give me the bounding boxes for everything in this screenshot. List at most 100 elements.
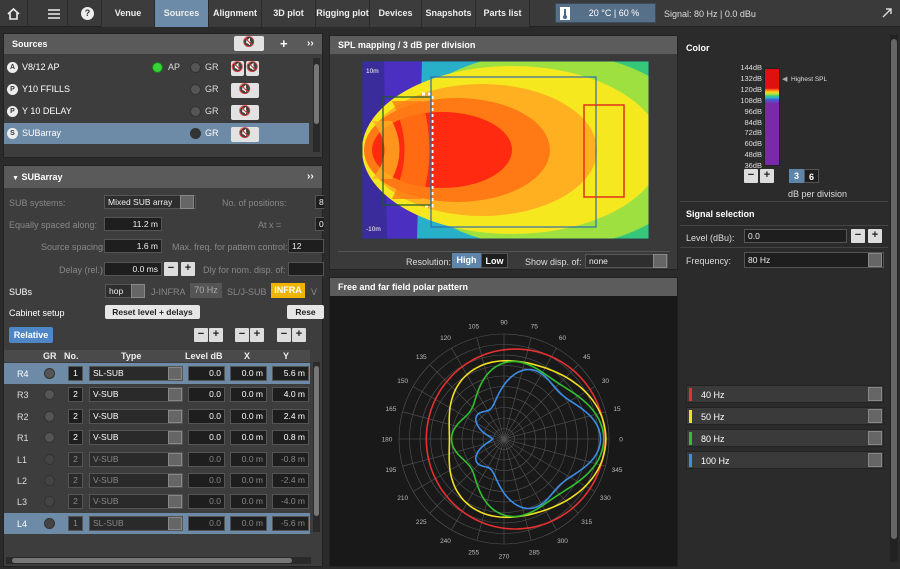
row-no[interactable]: 2 [68,473,83,488]
mute-icon[interactable]: 🔇 [231,83,259,98]
add-source-button[interactable]: + [280,34,288,54]
table-row[interactable]: R1 2 V-SUB 0.0 0.0 m 0.8 m [4,427,310,448]
legend-item[interactable]: 80 Hz [686,429,884,447]
gr-toggle[interactable] [44,453,55,465]
y-decrease-button[interactable]: − [277,328,291,342]
tab-3d-plot[interactable]: 3D plot [262,0,316,27]
gr-toggle[interactable] [190,84,201,95]
gr-toggle[interactable] [44,368,55,379]
legend-item[interactable]: 50 Hz [686,407,884,425]
gr-toggle[interactable] [44,475,55,486]
legend-item[interactable]: 40 Hz [686,385,884,403]
source-item-v8-12-ap[interactable]: A V8/12 AP AP GR 🔇 🔇 [4,57,309,78]
dly-nominal-input[interactable] [288,262,324,276]
signal-level-increase-button[interactable]: + [868,229,882,243]
tab-sources[interactable]: Sources [155,0,209,27]
source-item-y10-delay[interactable]: P Y 10 DELAY GR 🔇 [4,101,309,122]
relative-button[interactable]: Relative [9,327,53,343]
row-y[interactable]: -5.6 m [272,515,309,531]
expand-icon[interactable] [882,8,892,18]
color-increase-button[interactable]: + [760,169,774,183]
row-x[interactable]: 0.0 m [230,515,267,531]
row-y[interactable]: 2.4 m [272,408,309,424]
horizontal-scrollbar[interactable] [6,557,311,564]
row-no[interactable]: 2 [68,494,83,510]
row-x[interactable]: 0.0 m [230,430,267,446]
ap-indicator[interactable] [152,62,163,73]
table-row[interactable]: R2 2 V-SUB 0.0 0.0 m 2.4 m [4,406,310,427]
y-increase-button[interactable]: + [292,328,306,342]
row-level[interactable]: 0.0 [188,515,225,531]
right-scrollbar[interactable] [890,35,898,562]
delay-increase-button[interactable]: + [181,262,195,276]
tab-parts-list[interactable]: Parts list [476,0,530,27]
division-6-button[interactable]: 6 [804,169,819,183]
home-icon[interactable] [0,0,28,27]
row-level[interactable]: 0.0 [188,473,225,488]
tab-venue[interactable]: Venue [102,0,155,27]
reset-level-delays-button[interactable]: Reset level + delays [105,305,200,319]
j-infra-label[interactable]: J-INFRA [151,287,186,297]
expand-panel-icon[interactable]: ›› [307,166,314,188]
equal-spacing-input[interactable]: 11.2 m [104,217,162,231]
infra-button[interactable]: INFRA [271,283,305,298]
signal-level-input[interactable]: 0.0 [744,229,847,243]
mute-icon[interactable]: 🔇 [231,105,259,120]
row-x[interactable]: 0.0 m [230,387,267,403]
table-row[interactable]: L3 2 V-SUB 0.0 0.0 m -4.0 m [4,491,310,512]
at-x-input[interactable]: 0 [315,217,324,231]
level-decrease-button[interactable]: − [194,328,208,342]
signal-level-decrease-button[interactable]: − [851,229,865,243]
table-row[interactable]: R3 2 V-SUB 0.0 0.0 m 4.0 m [4,384,310,405]
mute-icon[interactable]: 🔇 [231,127,259,142]
row-level[interactable]: 0.0 [188,451,225,467]
tab-devices[interactable]: Devices [370,0,422,27]
row-level[interactable]: 0.0 [188,494,225,510]
delay-input[interactable]: 0.0 ms [104,262,162,276]
mute-icon[interactable]: 🔇 [246,61,259,76]
tab-alignment[interactable]: Alignment [209,0,262,27]
chevron-down-icon[interactable] [168,474,182,487]
row-y[interactable]: -2.4 m [272,473,309,488]
chevron-down-icon[interactable] [168,431,182,445]
chevron-down-icon[interactable] [168,367,182,380]
row-no[interactable]: 2 [68,430,83,446]
row-y[interactable]: 5.6 m [272,366,309,381]
chevron-down-icon[interactable] [868,253,882,267]
70hz-button[interactable]: 70 Hz [190,283,222,298]
collapse-triangle-icon[interactable]: ▼ [12,175,19,182]
color-decrease-button[interactable]: − [744,169,758,183]
chevron-down-icon[interactable] [168,409,182,423]
row-no[interactable]: 2 [68,387,83,403]
level-increase-button[interactable]: + [209,328,223,342]
row-level[interactable]: 0.0 [188,408,225,424]
row-no[interactable]: 2 [68,451,83,467]
help-icon[interactable]: ? [74,0,102,27]
x-increase-button[interactable]: + [250,328,264,342]
row-x[interactable]: 0.0 m [230,494,267,510]
mute-all-button[interactable]: 🔇 [234,36,264,51]
row-x[interactable]: 0.0 m [230,473,267,488]
mute-icon[interactable]: 🔇 [231,61,244,76]
tab-rigging-plot[interactable]: Rigging plot [316,0,370,27]
sl-j-sub-label[interactable]: SL/J-SUB [227,287,267,297]
row-y[interactable]: -0.8 m [272,451,309,467]
menu-icon[interactable] [40,0,68,27]
environment-display[interactable]: 20 °C | 60 % [555,3,656,23]
row-level[interactable]: 0.0 [188,387,225,403]
row-level[interactable]: 0.0 [188,366,225,381]
gr-toggle[interactable] [190,62,201,73]
resolution-high-button[interactable]: High [452,253,481,268]
cabinet-table-scrollbar[interactable] [313,362,320,532]
row-y[interactable]: 4.0 m [272,387,309,403]
reset-button-partial[interactable]: Rese [287,305,324,319]
positions-input[interactable]: 8 [315,195,324,209]
table-row[interactable]: L2 2 V-SUB 0.0 0.0 m -2.4 m [4,470,310,491]
chevron-down-icon[interactable] [868,387,882,401]
chevron-down-icon[interactable] [653,254,667,268]
row-level[interactable]: 0.0 [188,430,225,446]
tab-snapshots[interactable]: Snapshots [422,0,476,27]
x-decrease-button[interactable]: − [235,328,249,342]
source-item-y10-ffills[interactable]: P Y10 FFILLS GR 🔇 [4,79,309,100]
gr-toggle[interactable] [44,389,55,401]
